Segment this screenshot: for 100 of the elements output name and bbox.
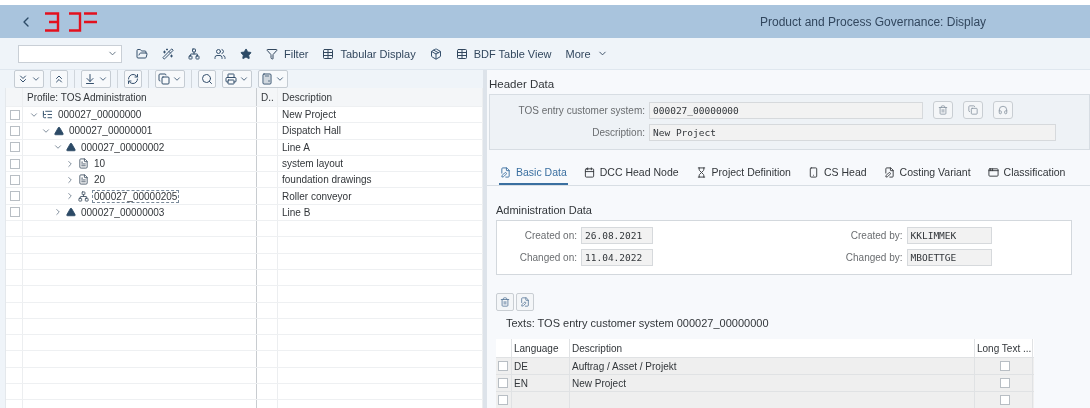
input-field[interactable]: MBOETTGE xyxy=(906,249,992,266)
node-label[interactable]: 000027_00000002 xyxy=(79,140,167,154)
document-icon xyxy=(78,174,89,186)
caret-icon xyxy=(239,74,249,84)
dropdown-field[interactable] xyxy=(18,44,122,63)
row-checkbox[interactable] xyxy=(498,395,508,405)
column-header: Description xyxy=(570,339,975,357)
caret-icon xyxy=(31,74,41,84)
filter-icon xyxy=(266,47,278,60)
row-checkbox[interactable] xyxy=(10,142,20,153)
document-icon xyxy=(78,158,89,170)
edit-icon xyxy=(520,297,530,307)
field-label: Created by: xyxy=(849,230,903,241)
section-title: Header Data xyxy=(488,78,556,90)
expand-button[interactable] xyxy=(14,70,44,88)
row-checkbox[interactable] xyxy=(10,207,20,218)
table-icon xyxy=(322,47,335,60)
collapse-button[interactable] xyxy=(50,70,68,88)
toolbar-button[interactable]: Filter xyxy=(266,47,309,60)
layout-button[interactable] xyxy=(155,70,185,88)
tab[interactable]: Classification xyxy=(986,166,1067,185)
node-label[interactable]: 000027_00000000 xyxy=(56,108,144,122)
expand-icon[interactable] xyxy=(65,191,75,202)
caret-icon xyxy=(172,74,182,84)
hierarchy-icon[interactable] xyxy=(188,47,200,60)
input-field[interactable]: New Project xyxy=(649,124,1056,141)
window-icon xyxy=(987,166,999,178)
node-label[interactable]: 000027_00000003 xyxy=(79,205,167,219)
folder-icon[interactable] xyxy=(136,47,148,60)
more-menu[interactable]: More xyxy=(565,47,608,60)
input-field[interactable]: 11.04.2022 xyxy=(581,249,653,266)
expand-icon[interactable] xyxy=(53,207,63,218)
refresh-button[interactable] xyxy=(124,70,142,88)
logo xyxy=(44,11,98,32)
column-header: Long Text ... xyxy=(975,339,1033,357)
row-checkbox[interactable] xyxy=(498,378,508,388)
window-title: Product and Process Governance: Display xyxy=(760,14,987,29)
long-text-checkbox[interactable] xyxy=(999,378,1010,388)
refresh-icon xyxy=(127,73,139,85)
triangle-icon xyxy=(66,207,76,218)
node-label[interactable]: 000027_00000205 xyxy=(92,189,180,203)
node-label[interactable]: 10 xyxy=(92,157,108,171)
tab[interactable]: Basic Data xyxy=(499,166,568,185)
wand-icon[interactable] xyxy=(162,47,174,60)
table-cell: DE xyxy=(512,358,570,374)
row-checkbox[interactable] xyxy=(10,109,20,120)
expand-all-icon xyxy=(17,73,29,85)
row-checkbox[interactable] xyxy=(10,158,20,169)
expand-icon[interactable] xyxy=(65,158,75,169)
delete-button[interactable] xyxy=(496,293,514,311)
caret-icon xyxy=(275,74,285,84)
input-field[interactable]: 26.08.2021 xyxy=(581,227,653,244)
section-title: Administration Data xyxy=(496,204,593,216)
hourglass-icon xyxy=(695,166,707,178)
node-label[interactable]: 20 xyxy=(92,173,108,187)
long-text-checkbox[interactable] xyxy=(999,395,1010,405)
delete-button[interactable] xyxy=(933,101,953,119)
expand-icon[interactable] xyxy=(65,174,75,185)
edit-icon xyxy=(883,166,895,178)
trash-icon xyxy=(500,297,510,307)
print-button[interactable] xyxy=(222,70,252,88)
row-checkbox[interactable] xyxy=(498,361,508,371)
input-field[interactable]: KKLIMMEK xyxy=(906,227,992,244)
calculator-button[interactable] xyxy=(258,70,288,88)
node-label[interactable]: 000027_00000001 xyxy=(67,124,155,138)
row-checkbox[interactable] xyxy=(10,191,20,202)
input-field[interactable]: 000027_00000000 xyxy=(649,101,923,119)
column-header: D.. xyxy=(257,88,278,106)
field-label: Changed on: xyxy=(518,252,577,263)
network-icon xyxy=(78,190,89,202)
collapse-all-icon xyxy=(53,73,65,85)
people-icon[interactable] xyxy=(214,47,226,60)
package-icon[interactable] xyxy=(429,47,442,60)
search-button[interactable] xyxy=(198,70,216,88)
tab[interactable]: Costing Variant xyxy=(882,166,972,185)
search-icon xyxy=(201,73,213,85)
long-text-checkbox[interactable] xyxy=(999,361,1010,371)
row-checkbox[interactable] xyxy=(10,125,20,136)
table-cell: Auftrag / Asset / Projekt xyxy=(570,358,975,374)
triangle-icon xyxy=(66,142,76,153)
toolbar-button[interactable]: BDF Table View xyxy=(455,47,552,60)
field-label: Description: xyxy=(591,127,645,138)
download-button[interactable] xyxy=(81,70,111,88)
tab[interactable]: CS Head xyxy=(806,166,868,185)
tab[interactable]: DCC Head Node xyxy=(582,166,680,185)
calendar-icon xyxy=(583,166,595,178)
column-header: Profile: TOS Administration xyxy=(23,88,257,106)
table-title: Texts: TOS entry customer system 000027_00000000 xyxy=(505,317,770,329)
field-label: Changed by: xyxy=(844,252,903,263)
headset-button[interactable] xyxy=(993,101,1013,119)
star-icon[interactable] xyxy=(240,47,252,60)
toolbar-button[interactable]: Tabular Display xyxy=(322,47,416,60)
field-label: TOS entry customer system: xyxy=(517,104,645,116)
row-checkbox[interactable] xyxy=(10,174,20,185)
calculator-icon xyxy=(261,73,273,85)
table-icon xyxy=(455,47,468,60)
tab[interactable]: Project Definition xyxy=(694,166,792,185)
copy-button[interactable] xyxy=(963,101,983,119)
edit-button[interactable] xyxy=(516,293,534,311)
phone-icon xyxy=(807,166,819,178)
